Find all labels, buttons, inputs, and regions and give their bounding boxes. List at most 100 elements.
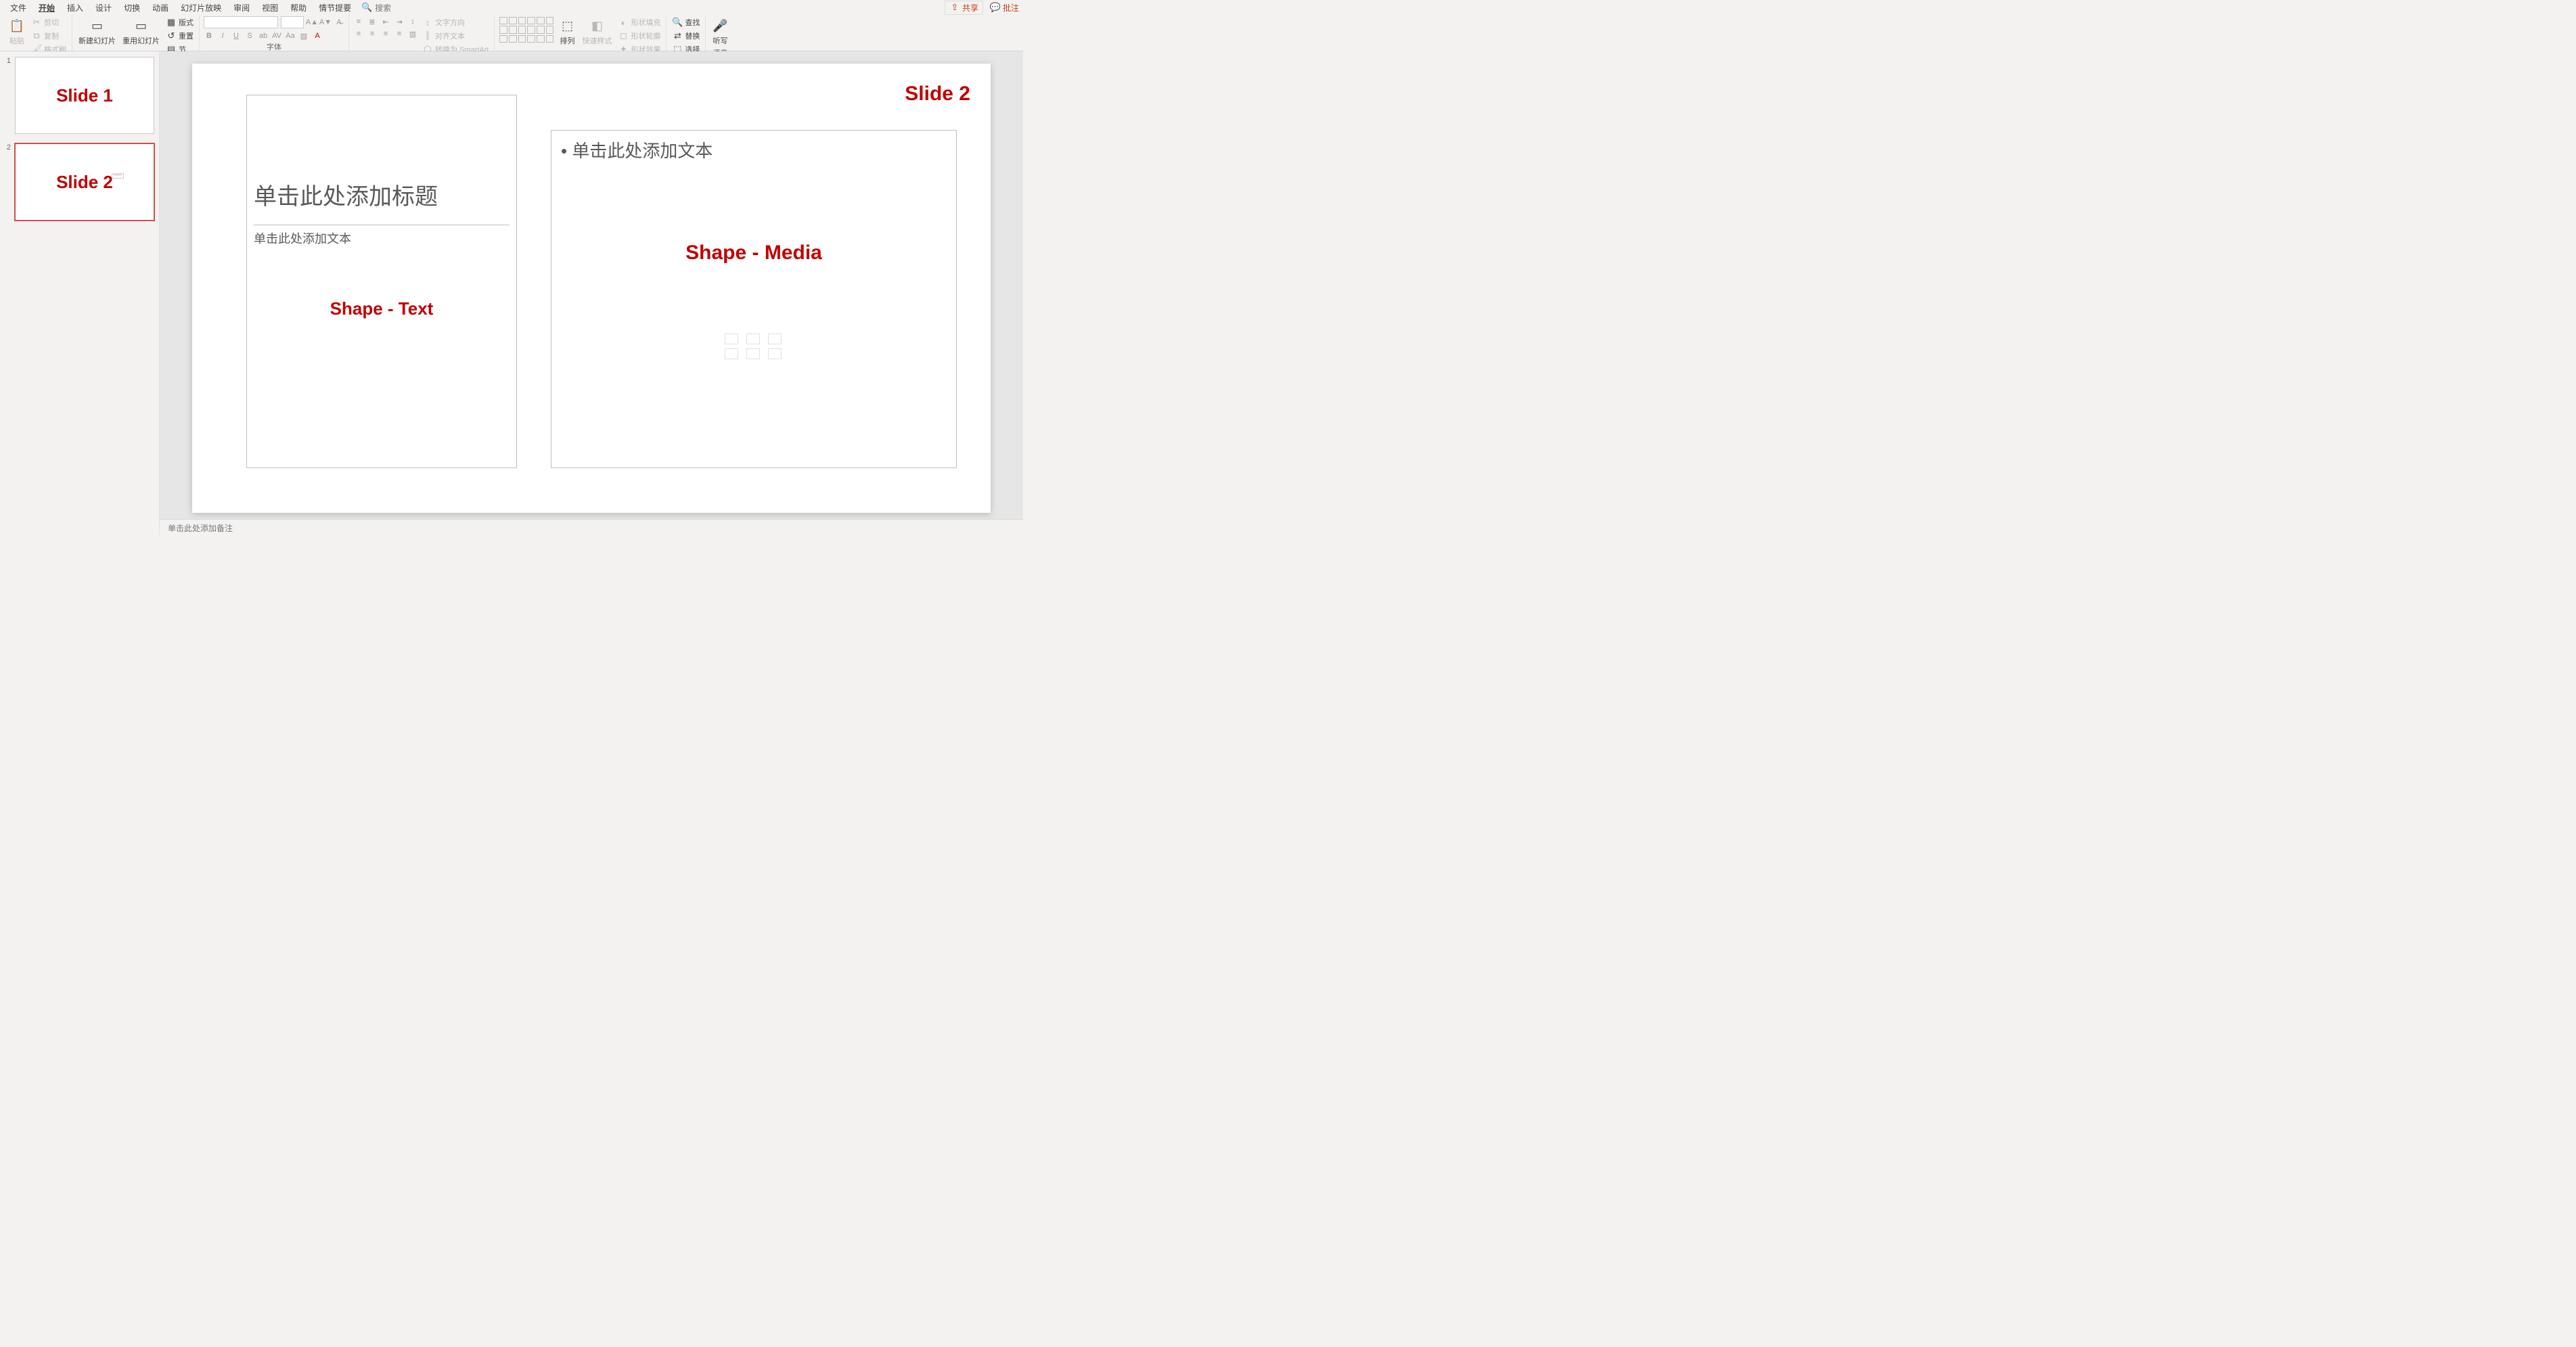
tab-help[interactable]: 帮助 <box>284 0 313 16</box>
group-voice: 🎤 听写 语音 <box>706 15 734 51</box>
shape-outline-button[interactable]: ◻ 形状轮廓 <box>616 30 662 42</box>
clear-formatting-button[interactable]: A̶ <box>334 17 344 28</box>
thumbnail-slide-1[interactable]: Slide 1 <box>15 57 154 134</box>
text-direction-button[interactable]: ↕ 文字方向 <box>421 16 490 28</box>
align-text-button[interactable]: ⫿ 对齐文本 <box>421 30 490 42</box>
fill-icon: ◐ <box>618 17 629 28</box>
share-label: 共享 <box>962 2 978 14</box>
placeholder-text[interactable]: 单击此处添加标题 单击此处添加文本 Shape - Text <box>246 95 517 468</box>
increase-indent-button[interactable]: ⇥ <box>394 16 405 27</box>
arrange-button[interactable]: ⬚ 排列 <box>557 16 577 47</box>
reuse-slide-button[interactable]: ▭ 重用幻灯片 <box>120 16 162 47</box>
slide-corner-label: Slide 2 <box>905 83 970 106</box>
shrink-font-button[interactable]: A▼ <box>320 17 331 28</box>
insert-online-picture-icon[interactable] <box>746 348 760 359</box>
shape-outline-label: 形状轮廓 <box>631 30 660 41</box>
justify-button[interactable]: ≡ <box>394 28 405 39</box>
find-label: 查找 <box>685 17 700 28</box>
tab-animations[interactable]: 动画 <box>146 0 175 16</box>
font-name-input[interactable] <box>204 16 278 28</box>
thumbnail-overlay-label: Slide 2 <box>56 172 113 193</box>
bold-button[interactable]: B <box>204 30 214 41</box>
font-size-input[interactable] <box>281 16 304 28</box>
grow-font-button[interactable]: A▲ <box>307 17 317 28</box>
new-slide-button[interactable]: ▭ 新建幻灯片 <box>76 16 118 47</box>
tab-bar: 文件 开始 插入 设计 切换 动画 幻灯片放映 审阅 视图 帮助 情节提要 🔍 … <box>0 0 1023 15</box>
reset-label: 重置 <box>179 30 194 41</box>
cut-button[interactable]: ✂ 剪切 <box>30 16 68 28</box>
find-icon: 🔍 <box>672 17 683 28</box>
tab-view[interactable]: 视图 <box>256 0 284 16</box>
quick-styles-button[interactable]: ◧ 快速样式 <box>580 16 614 47</box>
insert-picture-icon[interactable] <box>725 348 738 359</box>
align-center-button[interactable]: ≡ <box>367 28 378 39</box>
insert-smartart-icon[interactable] <box>768 334 782 344</box>
dictate-button[interactable]: 🎤 听写 <box>710 16 730 47</box>
change-case-button[interactable]: Aa <box>285 30 296 41</box>
italic-button[interactable]: I <box>217 30 228 41</box>
shadow-button[interactable]: ab <box>258 30 269 41</box>
group-font-label: 字体 <box>204 41 344 52</box>
shape-fill-button[interactable]: ◐ 形状填充 <box>616 16 662 28</box>
share-button[interactable]: ⇪ 共享 <box>945 1 983 15</box>
shape-gallery[interactable] <box>499 16 554 43</box>
tab-transitions[interactable]: 切换 <box>118 0 146 16</box>
font-color-button[interactable]: A <box>312 30 323 41</box>
columns-button[interactable]: ▥ <box>407 28 418 39</box>
layout-button[interactable]: ▦ 版式 <box>164 16 195 28</box>
replace-button[interactable]: ⇄ 替换 <box>671 30 701 42</box>
tab-file[interactable]: 文件 <box>4 0 32 16</box>
insert-table-icon[interactable] <box>725 334 738 344</box>
share-icon: ⇪ <box>949 2 960 13</box>
copy-button[interactable]: ⧉ 复制 <box>30 30 68 42</box>
tab-insert[interactable]: 插入 <box>61 0 89 16</box>
subtitle-placeholder[interactable]: 单击此处添加文本 <box>254 229 510 247</box>
underline-button[interactable]: U <box>231 30 242 41</box>
find-button[interactable]: 🔍 查找 <box>671 16 701 28</box>
reset-button[interactable]: ↺ 重置 <box>164 30 195 42</box>
thumbnail-number: 1 <box>4 57 11 134</box>
tell-me-search[interactable]: 🔍 搜索 <box>361 2 391 14</box>
paste-button[interactable]: 📋 粘贴 <box>7 16 27 47</box>
slide-thumbnail-panel[interactable]: 1 Slide 1 2 Slide 2 <box>0 51 160 535</box>
content-placeholder-text[interactable]: 单击此处添加文本 <box>561 137 713 162</box>
insert-video-icon[interactable] <box>768 348 782 359</box>
thumbnail-slide-2[interactable]: Slide 2 <box>15 143 154 221</box>
tab-review[interactable]: 审阅 <box>227 0 256 16</box>
group-slides: ▭ 新建幻灯片 ▭ 重用幻灯片 ▦ 版式 ↺ 重置 ▤ 节 <box>72 15 200 51</box>
notes-pane[interactable]: 单击此处添加备注 <box>160 519 1023 535</box>
reuse-slide-label: 重用幻灯片 <box>122 35 160 46</box>
reset-icon: ↺ <box>166 30 177 41</box>
bullets-button[interactable]: ≡ <box>353 16 364 27</box>
placeholder-content[interactable]: 单击此处添加文本 Shape - Media <box>551 130 957 468</box>
strikethrough-button[interactable]: S <box>244 30 255 41</box>
tab-home[interactable]: 开始 <box>32 0 61 16</box>
group-font: A▲ A▼ A̶ B I U S ab AV Aa ▧ A 字体 <box>200 15 349 51</box>
search-label-text: 搜索 <box>375 2 391 14</box>
content-insert-icon-grid <box>725 334 783 359</box>
tab-slideshow[interactable]: 幻灯片放映 <box>175 0 227 16</box>
quick-styles-icon: ◧ <box>589 18 605 34</box>
search-icon: 🔍 <box>361 2 372 13</box>
thumbnail-overlay-label: Slide 1 <box>56 85 113 106</box>
insert-chart-icon[interactable] <box>746 334 760 344</box>
arrange-icon: ⬚ <box>559 18 575 34</box>
decrease-indent-button[interactable]: ⇤ <box>380 16 391 27</box>
paste-label: 粘贴 <box>9 35 24 46</box>
reuse-slide-icon: ▭ <box>133 18 150 34</box>
copy-label: 复制 <box>44 30 59 41</box>
tab-storyboarding[interactable]: 情节提要 <box>313 0 357 16</box>
title-placeholder[interactable]: 单击此处添加标题 <box>254 178 510 225</box>
align-right-button[interactable]: ≡ <box>380 28 391 39</box>
char-spacing-button[interactable]: AV <box>271 30 282 41</box>
slide[interactable]: Slide 2 单击此处添加标题 单击此处添加文本 Shape - Text 单… <box>192 64 991 513</box>
numbering-button[interactable]: ≣ <box>367 16 378 27</box>
align-left-button[interactable]: ≡ <box>353 28 364 39</box>
tab-design[interactable]: 设计 <box>89 0 118 16</box>
align-text-icon: ⫿ <box>422 30 433 41</box>
line-spacing-button[interactable]: ↕ <box>407 16 418 27</box>
comments-button[interactable]: 💬 批注 <box>990 2 1019 14</box>
slide-stage[interactable]: Slide 2 单击此处添加标题 单击此处添加文本 Shape - Text 单… <box>160 51 1023 519</box>
highlight-button[interactable]: ▧ <box>298 30 309 41</box>
outline-icon: ◻ <box>618 30 629 41</box>
